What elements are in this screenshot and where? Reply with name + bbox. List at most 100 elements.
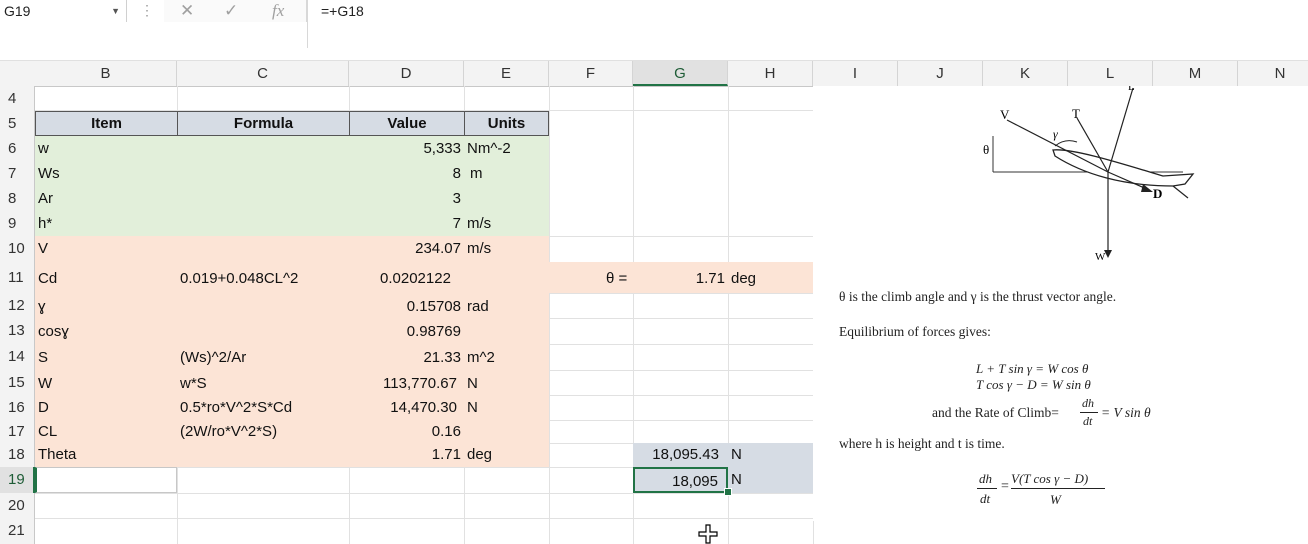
cell-d12[interactable]: 0.15708 bbox=[349, 293, 461, 318]
row-header-21[interactable]: 21 bbox=[0, 518, 35, 544]
column-header-j[interactable]: J bbox=[898, 61, 983, 86]
cell-d6[interactable]: 5,333 bbox=[349, 136, 461, 161]
cell-d13[interactable]: 0.98769 bbox=[349, 318, 461, 344]
cell-e14[interactable]: m^2 bbox=[467, 344, 495, 370]
cell-h19[interactable]: N bbox=[731, 467, 742, 493]
insert-function-icon[interactable]: fx bbox=[272, 0, 284, 22]
cell-e7[interactable]: m bbox=[470, 161, 483, 186]
cell-d17[interactable]: 0.16 bbox=[349, 420, 461, 443]
cell-c15[interactable]: w*S bbox=[180, 370, 207, 395]
cell-c17[interactable]: (2W/ro*V^2*S) bbox=[180, 420, 277, 443]
column-header-e[interactable]: E bbox=[464, 61, 549, 86]
name-box-value: G19 bbox=[4, 3, 31, 19]
cell-d9[interactable]: 7 bbox=[349, 211, 461, 236]
column-header-n[interactable]: N bbox=[1238, 61, 1308, 86]
cell-e15[interactable]: N bbox=[467, 370, 478, 395]
column-header-k[interactable]: K bbox=[983, 61, 1068, 86]
row-header-13[interactable]: 13 bbox=[0, 318, 35, 344]
cell-g11[interactable]: 1.71 bbox=[633, 262, 725, 293]
cell-e9[interactable]: m/s bbox=[467, 211, 491, 236]
cell-b17[interactable]: CL bbox=[38, 420, 57, 443]
row-header-16[interactable]: 16 bbox=[0, 395, 35, 420]
cell-b11[interactable]: Cd bbox=[38, 262, 57, 293]
column-header-d[interactable]: D bbox=[349, 61, 464, 86]
row-header-5[interactable]: 5 bbox=[0, 111, 35, 136]
cell-b6[interactable]: w bbox=[38, 136, 49, 161]
column-header-b[interactable]: B bbox=[35, 61, 177, 86]
cell-e12[interactable]: rad bbox=[467, 293, 489, 318]
column-header-f[interactable]: F bbox=[549, 61, 633, 86]
row-header-9[interactable]: 9 bbox=[0, 211, 35, 236]
column-header-l[interactable]: L bbox=[1068, 61, 1153, 86]
formula-input[interactable]: =+G18 bbox=[307, 0, 1308, 48]
row-header-12[interactable]: 12 bbox=[0, 293, 35, 318]
equation-3-suffix: = V sin θ bbox=[1101, 405, 1151, 420]
cell-b12[interactable]: ɣ bbox=[38, 293, 46, 318]
row-header-4[interactable]: 4 bbox=[0, 86, 35, 111]
cell-b7[interactable]: Ws bbox=[38, 161, 60, 186]
cell-c14[interactable]: (Ws)^2/Ar bbox=[180, 344, 246, 370]
chevron-down-icon[interactable]: ▼ bbox=[111, 0, 120, 22]
row-header-7[interactable]: 7 bbox=[0, 161, 35, 186]
row-header-20[interactable]: 20 bbox=[0, 493, 35, 518]
cell-h11[interactable]: deg bbox=[731, 262, 756, 293]
cell-e18[interactable]: deg bbox=[467, 443, 492, 467]
row-header-11[interactable]: 11 bbox=[0, 262, 35, 293]
label-v: V bbox=[1000, 107, 1010, 122]
column-header-m[interactable]: M bbox=[1153, 61, 1238, 86]
note-line-3: where h is height and t is time. bbox=[839, 436, 1005, 451]
cell-c16[interactable]: 0.5*ro*V^2*S*Cd bbox=[180, 395, 292, 420]
column-header-h[interactable]: H bbox=[728, 61, 813, 86]
cell-d16[interactable]: 14,470.30 bbox=[349, 395, 457, 420]
row-header-8[interactable]: 8 bbox=[0, 186, 35, 211]
enter-icon[interactable]: ✓ bbox=[224, 0, 238, 22]
cell-e16[interactable]: N bbox=[467, 395, 478, 420]
cell-b9[interactable]: h* bbox=[38, 211, 52, 236]
row-header-15[interactable]: 15 bbox=[0, 370, 35, 395]
cell-b16[interactable]: D bbox=[38, 395, 49, 420]
table-header-formula[interactable]: Formula bbox=[177, 111, 350, 136]
embedded-image[interactable]: V T γ θ D W L θ is the climb angle and γ… bbox=[813, 86, 1308, 521]
cell-g18[interactable]: 18,095.43 bbox=[633, 443, 719, 467]
cell-d10[interactable]: 234.07 bbox=[349, 236, 461, 262]
table-header-value[interactable]: Value bbox=[349, 111, 465, 136]
cell-d8[interactable]: 3 bbox=[349, 186, 461, 211]
row-header-14[interactable]: 14 bbox=[0, 344, 35, 370]
cancel-icon[interactable]: ✕ bbox=[180, 0, 194, 22]
cell-d18[interactable]: 1.71 bbox=[349, 443, 461, 467]
cell-c11[interactable]: 0.019+0.048CL^2 bbox=[180, 262, 298, 293]
column-header-c[interactable]: C bbox=[177, 61, 349, 86]
equation-4-den-left: dt bbox=[980, 491, 991, 506]
row-header-6[interactable]: 6 bbox=[0, 136, 35, 161]
cell-f11[interactable]: θ = bbox=[606, 262, 627, 293]
cell-e10[interactable]: m/s bbox=[467, 236, 491, 262]
table-header-item[interactable]: Item bbox=[35, 111, 178, 136]
equation-2: T cos γ − D = W sin θ bbox=[976, 377, 1091, 392]
cell-b15[interactable]: W bbox=[38, 370, 52, 395]
fraction-bar bbox=[1011, 488, 1105, 489]
row-header-17[interactable]: 17 bbox=[0, 420, 35, 443]
more-options-icon[interactable]: ⋮ bbox=[140, 2, 154, 19]
cell-d11[interactable]: 0.0202122 bbox=[380, 262, 451, 293]
cell-b18[interactable]: Theta bbox=[38, 443, 76, 467]
table-header-units[interactable]: Units bbox=[464, 111, 549, 136]
fraction-bar bbox=[1080, 412, 1098, 413]
cell-e6[interactable]: Nm^-2 bbox=[467, 136, 511, 161]
name-box[interactable]: G19 ▼ bbox=[0, 0, 127, 23]
cell-b14[interactable]: S bbox=[38, 344, 48, 370]
cell-b10[interactable]: V bbox=[38, 236, 48, 262]
cell-d7[interactable]: 8 bbox=[349, 161, 461, 186]
cell-b13[interactable]: cosɣ bbox=[38, 318, 69, 344]
cell-g19-selected[interactable]: 18,095 bbox=[633, 467, 728, 493]
cell-b8[interactable]: Ar bbox=[38, 186, 53, 211]
cell-d14[interactable]: 21.33 bbox=[349, 344, 461, 370]
cell-b19[interactable] bbox=[35, 467, 177, 493]
column-header-i[interactable]: I bbox=[813, 61, 898, 86]
label-t: T bbox=[1072, 106, 1080, 121]
row-header-19[interactable]: 19 bbox=[0, 467, 35, 493]
cell-d15[interactable]: 113,770.67 bbox=[349, 370, 457, 395]
row-header-10[interactable]: 10 bbox=[0, 236, 35, 262]
row-header-18[interactable]: 18 bbox=[0, 443, 35, 467]
cell-h18[interactable]: N bbox=[731, 443, 742, 467]
column-header-g[interactable]: G bbox=[633, 61, 728, 86]
